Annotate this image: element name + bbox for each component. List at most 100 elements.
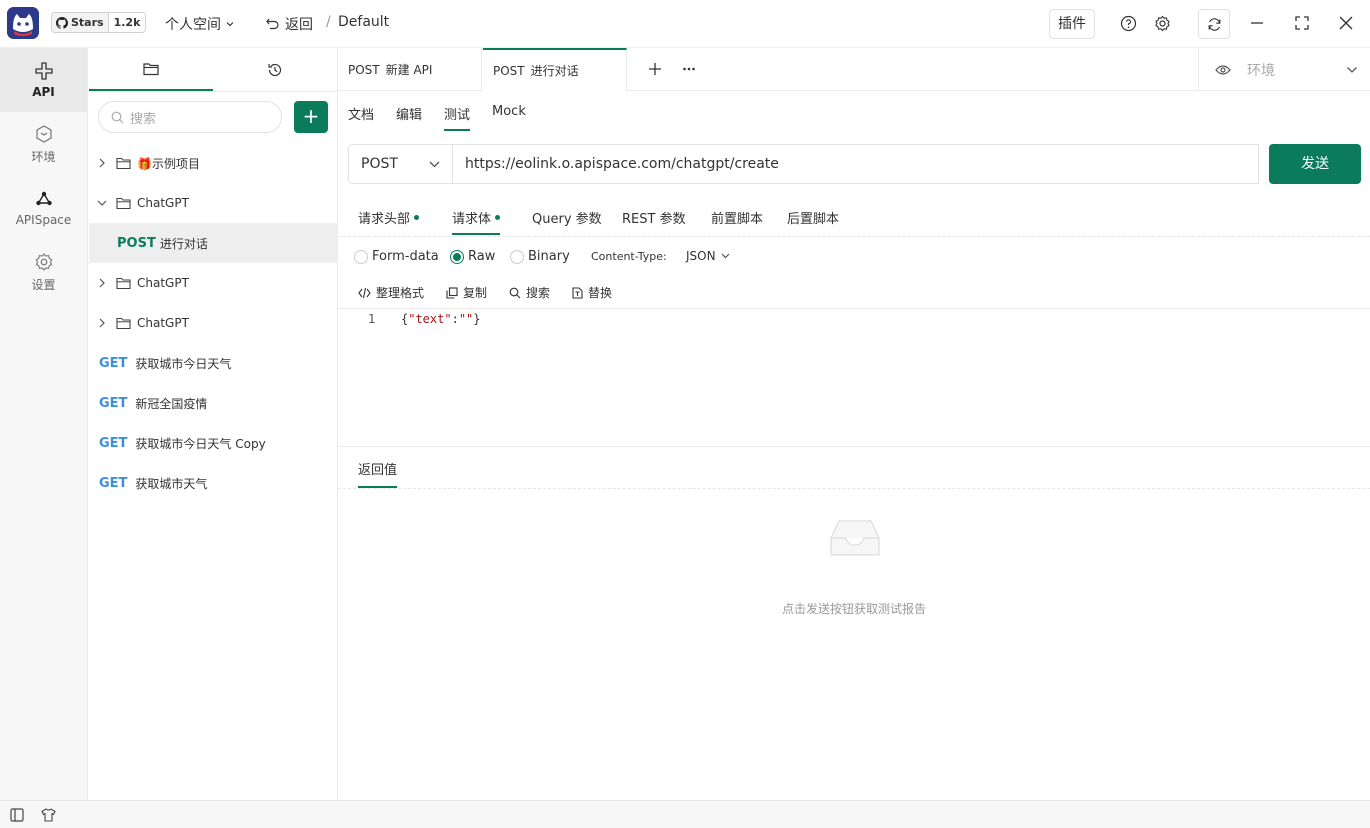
code-line: {"text":""} [401,312,481,326]
nav-item-environment[interactable]: 环境 [0,112,87,176]
left-nav: API 环境 APISpace 设置 [0,48,88,800]
radio-form-data[interactable]: Form-data [354,249,439,264]
code-colon: : [451,312,459,326]
method-select[interactable]: POST [348,144,453,184]
tab-chat-api[interactable]: POST 进行对话 [483,48,627,91]
breadcrumb-separator: / [326,14,331,30]
search-icon [509,287,521,299]
radio-circle [510,249,524,264]
tab-label: 新建 API [385,63,433,77]
tree-api-get[interactable]: GET 获取城市今日天气 Copy [89,423,338,463]
nav-settings-label: 设置 [31,277,56,292]
url-input[interactable]: https://eolink.o.apispace.com/chatgpt/cr… [453,144,1259,184]
tree-api-get[interactable]: GET 新冠全国疫情 [89,383,338,423]
workspace-label: 个人空间 [165,17,221,33]
tree-folder-chatgpt-2[interactable]: ChatGPT [89,263,338,303]
search-input[interactable]: 搜索 [98,101,282,133]
subtab-mock[interactable]: Mock [492,104,526,119]
workspace-dropdown[interactable]: 个人空间 [165,14,235,34]
back-button[interactable]: 返回 [266,14,313,34]
response-tab[interactable]: 返回值 [358,459,398,488]
status-dot [495,215,501,220]
tree-api-get[interactable]: GET 获取城市天气 [89,463,338,503]
radio-circle [354,249,368,264]
method-badge: GET [99,395,128,411]
project-name[interactable]: Default [338,14,389,30]
plugin-button[interactable]: 插件 [1049,9,1095,39]
back-label: 返回 [285,17,313,33]
nav-item-settings[interactable]: 设置 [0,240,87,304]
bottom-bar [0,800,1370,828]
folder-icon [116,277,131,290]
add-tab-icon[interactable] [648,62,662,76]
tab-history[interactable] [213,48,337,91]
method-badge: GET [99,435,128,451]
line-number: 1 [368,312,376,326]
tree-folder-label: 🎁示例项目 [137,156,200,171]
req-tab-label: 前置脚本 [711,212,764,227]
tree-folder-chatgpt-3[interactable]: ChatGPT [89,303,338,343]
tab-new-api[interactable]: POST 新建 API [338,48,482,91]
req-tab-pre-script[interactable]: 前置脚本 [711,208,763,227]
req-tab-headers[interactable]: 请求头部 [358,208,420,227]
api-icon [34,61,54,81]
content-type-value: JSON [686,249,716,263]
github-stars-count: 1.2k [108,13,146,32]
req-tab-rest[interactable]: REST 参数 [622,208,686,227]
copy-button[interactable]: 复制 [446,284,487,301]
format-button[interactable]: 整理格式 [358,284,424,301]
subtab-docs[interactable]: 文档 [348,104,374,123]
code-editor[interactable]: 1 {"text":""} [338,308,1370,446]
nav-item-apispace[interactable]: APISpace [0,176,87,240]
tree-folder-example[interactable]: 🎁示例项目 [89,143,338,183]
tree-folder-label: ChatGPT [137,276,189,290]
send-button[interactable]: 发送 [1269,144,1361,184]
status-dot [414,215,420,220]
tree-folder-chatgpt[interactable]: ChatGPT [89,183,338,223]
req-tab-post-script[interactable]: 后置脚本 [787,208,839,227]
environment-icon [34,124,54,144]
search-button[interactable]: 搜索 [509,284,550,301]
subtab-edit[interactable]: 编辑 [396,104,422,123]
top-bar: Stars 1.2k 个人空间 返回 / Default 插件 [0,0,1370,48]
radio-raw[interactable]: Raw [450,249,495,264]
environment-select[interactable]: 环境 [1198,48,1370,91]
content-type-select[interactable]: JSON [686,249,730,263]
maximize-icon[interactable] [1295,16,1309,30]
nav-item-api[interactable]: API [0,48,87,112]
help-icon[interactable] [1120,15,1137,32]
tree-api-post-chat[interactable]: POST 进行对话 [89,223,338,263]
chevron-down-icon [721,253,730,259]
github-stars-badge[interactable]: Stars 1.2k [51,12,147,33]
tree-folder-label: ChatGPT [137,196,189,210]
tab-api-tree[interactable] [89,48,213,91]
chevron-right-icon [96,318,108,328]
method-badge: GET [99,355,128,371]
folder-icon [116,317,131,330]
radio-binary[interactable]: Binary [510,249,570,264]
req-tab-label: 后置脚本 [787,212,840,227]
chevron-right-icon [96,158,108,168]
content-type-label: Content-Type: [591,250,667,263]
replace-button[interactable]: 替换 [572,284,612,301]
tab-method: POST [493,63,525,78]
req-tab-query[interactable]: Query 参数 [532,208,602,227]
minimize-icon[interactable] [1250,16,1264,30]
tool-label: 搜索 [526,286,551,300]
divider [338,446,1370,447]
sidebar-toggle-icon[interactable] [10,808,24,822]
sync-button[interactable] [1198,9,1230,39]
tree-api-get[interactable]: GET 获取城市今日天气 [89,343,338,383]
tool-label: 复制 [463,286,488,300]
gear-icon[interactable] [1154,15,1171,32]
eye-icon [1215,64,1231,76]
more-tabs-icon[interactable] [682,62,696,76]
add-api-button[interactable]: + [294,101,328,133]
shirt-icon[interactable] [41,808,56,822]
subtab-test[interactable]: 测试 [444,104,471,131]
req-tab-body[interactable]: 请求体 [452,208,501,235]
url-value: https://eolink.o.apispace.com/chatgpt/cr… [465,156,779,172]
tab-method: POST [348,62,380,77]
close-icon[interactable] [1339,16,1353,30]
radio-circle [450,249,464,264]
